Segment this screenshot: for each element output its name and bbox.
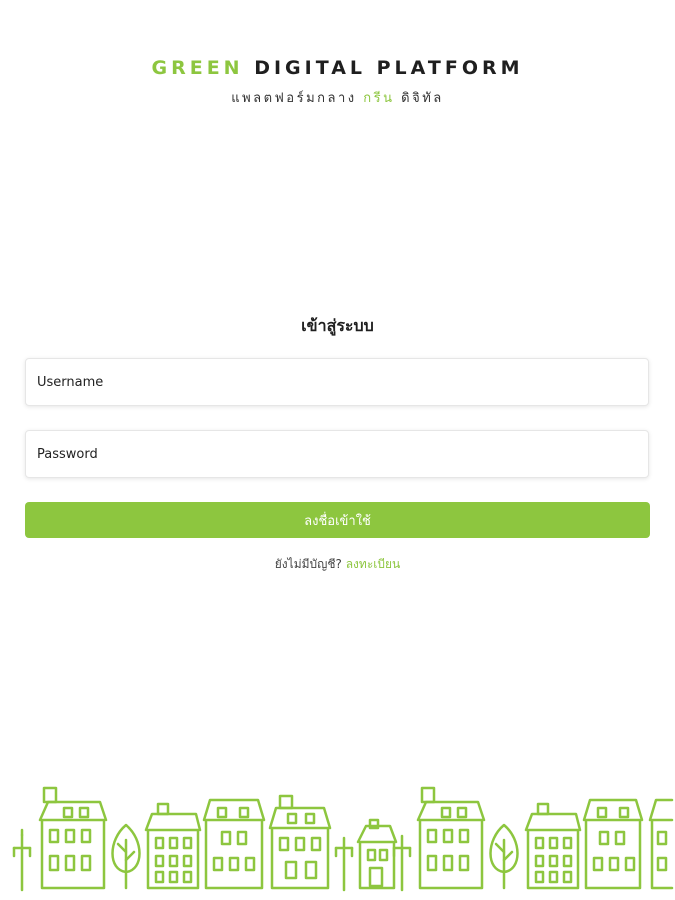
house-icon — [582, 798, 644, 890]
brand-title: GREEN DIGITAL PLATFORM — [0, 55, 675, 81]
register-line: ยังไม่มีบัญชี? ลงทะเบียน — [0, 555, 675, 574]
house-icon — [144, 802, 202, 890]
house-icon — [202, 798, 266, 890]
street-lamp-icon — [334, 836, 354, 892]
login-page: GREEN DIGITAL PLATFORM แพลตฟอร์มกลาง กรี… — [0, 0, 675, 900]
brand-subtitle-suffix: ดิจิทัล — [401, 91, 444, 106]
house-icon — [356, 818, 398, 890]
brand-title-rest: DIGITAL PLATFORM — [254, 57, 524, 79]
brand-title-green: GREEN — [151, 57, 244, 79]
town-illustration — [12, 786, 674, 892]
house-icon — [524, 802, 582, 890]
house-icon — [648, 798, 674, 890]
password-input[interactable] — [25, 430, 649, 478]
login-button[interactable]: ลงชื่อเข้าใช้ — [25, 502, 650, 538]
house-icon — [268, 794, 332, 890]
brand-subtitle-green: กรีน — [363, 91, 395, 106]
house-icon — [38, 786, 108, 890]
brand-subtitle: แพลตฟอร์มกลาง กรีน ดิจิทัล — [0, 87, 675, 108]
street-lamp-icon — [392, 834, 412, 892]
brand-header: GREEN DIGITAL PLATFORM แพลตฟอร์มกลาง กรี… — [0, 55, 675, 108]
tree-icon — [489, 823, 519, 890]
username-input[interactable] — [25, 358, 649, 406]
login-title: เข้าสู่ระบบ — [301, 316, 374, 335]
register-link[interactable]: ลงทะเบียน — [346, 557, 401, 571]
house-icon — [416, 786, 486, 890]
street-lamp-icon — [12, 828, 32, 892]
register-prompt: ยังไม่มีบัญชี? — [274, 557, 342, 571]
tree-icon — [111, 823, 141, 890]
brand-subtitle-prefix: แพลตฟอร์มกลาง — [231, 91, 357, 106]
